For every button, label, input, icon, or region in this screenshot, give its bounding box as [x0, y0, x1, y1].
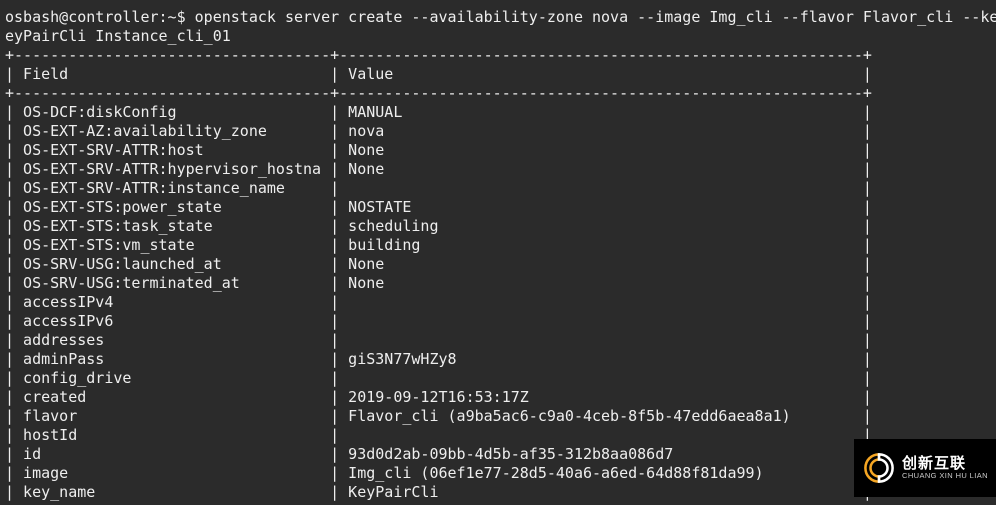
watermark-logo-icon: [862, 451, 896, 485]
watermark-text-en: CHUANG XIN HU LIAN: [902, 472, 988, 480]
watermark-text-zh: 创新互联: [902, 456, 988, 473]
terminal-output[interactable]: osbash@controller:~$ openstack server cr…: [0, 0, 996, 502]
watermark-badge: 创新互联 CHUANG XIN HU LIAN: [854, 439, 996, 497]
